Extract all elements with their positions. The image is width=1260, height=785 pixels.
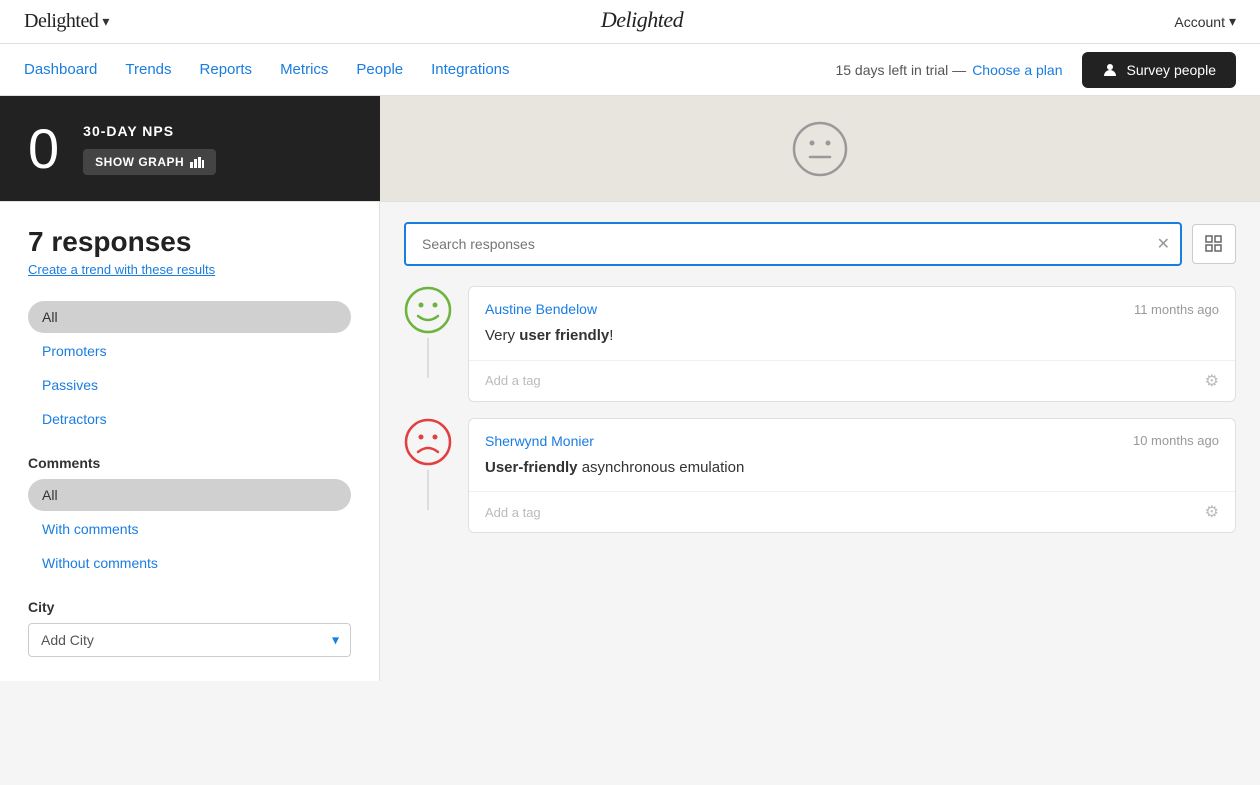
response-text-post-2: asynchronous emulation — [578, 459, 745, 476]
filter-with-comments[interactable]: With comments — [28, 513, 351, 545]
brand-dropdown[interactable]: Delighted ▾ — [24, 10, 109, 33]
topbar: Delighted ▾ Delighted Account ▾ — [0, 0, 1260, 44]
nav-links: Dashboard Trends Reports Metrics People … — [24, 57, 835, 82]
main-content: 0 30-DAY NPS SHOW GRAPH — [0, 96, 1260, 681]
search-box: ✕ — [404, 222, 1182, 266]
comments-section-title: Comments — [28, 455, 351, 471]
response-header-1: Austine Bendelow 11 months ago — [469, 287, 1235, 325]
city-select-wrapper: Add City ▾ — [28, 623, 351, 657]
brand-logo: Delighted — [24, 10, 98, 33]
response-header-2: Sherwynd Monier 10 months ago — [469, 419, 1235, 457]
trial-info: 15 days left in trial — Choose a plan — [835, 62, 1062, 78]
response-time-2: 10 months ago — [1133, 433, 1219, 448]
promoter-face-icon — [404, 286, 452, 334]
response-body-2: User-friendly asynchronous emulation — [469, 457, 1235, 492]
response-card-1: Austine Bendelow 11 months ago Very user… — [468, 286, 1236, 402]
response-timeline-1 — [404, 286, 452, 378]
response-body-1: Very user friendly! — [469, 325, 1235, 360]
show-graph-label: SHOW GRAPH — [95, 155, 184, 169]
response-text-post-1: ! — [609, 327, 613, 344]
city-label: City — [28, 599, 351, 615]
response-time-1: 11 months ago — [1134, 302, 1219, 317]
filter-group-comments: All With comments Without comments — [28, 479, 351, 579]
show-graph-button[interactable]: SHOW GRAPH — [83, 149, 216, 175]
nps-chart-area — [380, 96, 1260, 201]
content-area: 7 responses Create a trend with these re… — [0, 202, 1260, 681]
response-timeline-2 — [404, 418, 452, 510]
nps-score-box: 0 30-DAY NPS SHOW GRAPH — [0, 96, 380, 201]
filter-all-comments[interactable]: All — [28, 479, 351, 511]
account-chevron-icon: ▾ — [1229, 13, 1236, 30]
filter-all[interactable]: All — [28, 301, 351, 333]
responses-count: 7 responses — [28, 226, 351, 258]
survey-people-button[interactable]: Survey people — [1082, 52, 1236, 88]
filter-group-scores: All Promoters Passives Detractors — [28, 301, 351, 435]
topbar-center-logo: Delighted — [582, 5, 702, 39]
svg-text:Delighted: Delighted — [600, 7, 685, 32]
detractor-face-icon — [404, 418, 452, 466]
response-text-bold-2: User-friendly — [485, 459, 578, 476]
create-trend-link[interactable]: Create a trend with these results — [28, 262, 351, 277]
response-name-2[interactable]: Sherwynd Monier — [485, 433, 594, 449]
response-tag-2: Add a tag ⚙ — [469, 491, 1235, 532]
add-tag-label-1[interactable]: Add a tag — [485, 373, 541, 388]
person-icon — [1102, 62, 1118, 78]
search-clear-icon[interactable]: ✕ — [1157, 234, 1170, 254]
search-input[interactable] — [404, 222, 1182, 266]
response-text-pre-1: Very — [485, 327, 519, 344]
timeline-line-1 — [427, 338, 429, 378]
city-select[interactable]: Add City — [28, 623, 351, 657]
add-tag-label-2[interactable]: Add a tag — [485, 505, 541, 520]
responses-panel: ✕ — [380, 202, 1260, 681]
search-row: ✕ — [404, 222, 1236, 266]
gear-icon-2[interactable]: ⚙ — [1205, 502, 1219, 522]
nps-label: 30-DAY NPS — [83, 123, 216, 139]
response-text-bold-1: user friendly — [519, 327, 609, 344]
nav-people[interactable]: People — [356, 57, 403, 82]
neutral-face-icon — [792, 121, 848, 177]
account-label: Account — [1174, 14, 1225, 30]
sidebar: 7 responses Create a trend with these re… — [0, 202, 380, 681]
grid-icon — [1205, 235, 1223, 253]
response-name-1[interactable]: Austine Bendelow — [485, 301, 597, 317]
nps-label-area: 30-DAY NPS SHOW GRAPH — [83, 123, 216, 175]
gear-icon-1[interactable]: ⚙ — [1205, 371, 1219, 391]
choose-plan-link[interactable]: Choose a plan — [972, 62, 1062, 78]
bar-chart-icon — [190, 156, 204, 168]
navbar: Dashboard Trends Reports Metrics People … — [0, 44, 1260, 96]
nav-trends[interactable]: Trends — [125, 57, 171, 82]
response-card-2: Sherwynd Monier 10 months ago User-frien… — [468, 418, 1236, 534]
nps-score: 0 — [28, 116, 59, 181]
response-item-1: Austine Bendelow 11 months ago Very user… — [404, 286, 1236, 402]
nav-integrations[interactable]: Integrations — [431, 57, 509, 82]
nps-header: 0 30-DAY NPS SHOW GRAPH — [0, 96, 1260, 202]
response-item-2: Sherwynd Monier 10 months ago User-frien… — [404, 418, 1236, 534]
filter-promoters[interactable]: Promoters — [28, 335, 351, 367]
filter-passives[interactable]: Passives — [28, 369, 351, 401]
nav-metrics[interactable]: Metrics — [280, 57, 328, 82]
nav-reports[interactable]: Reports — [200, 57, 253, 82]
filter-without-comments[interactable]: Without comments — [28, 547, 351, 579]
brand-chevron-icon: ▾ — [102, 13, 109, 30]
account-dropdown[interactable]: Account ▾ — [1174, 13, 1236, 30]
timeline-line-2 — [427, 470, 429, 510]
survey-btn-label: Survey people — [1126, 62, 1216, 78]
nav-dashboard[interactable]: Dashboard — [24, 57, 97, 82]
grid-toggle-button[interactable] — [1192, 224, 1236, 264]
response-tag-1: Add a tag ⚙ — [469, 360, 1235, 401]
city-filter-section: City Add City ▾ — [28, 599, 351, 657]
trial-text: 15 days left in trial — — [835, 62, 966, 78]
filter-detractors[interactable]: Detractors — [28, 403, 351, 435]
